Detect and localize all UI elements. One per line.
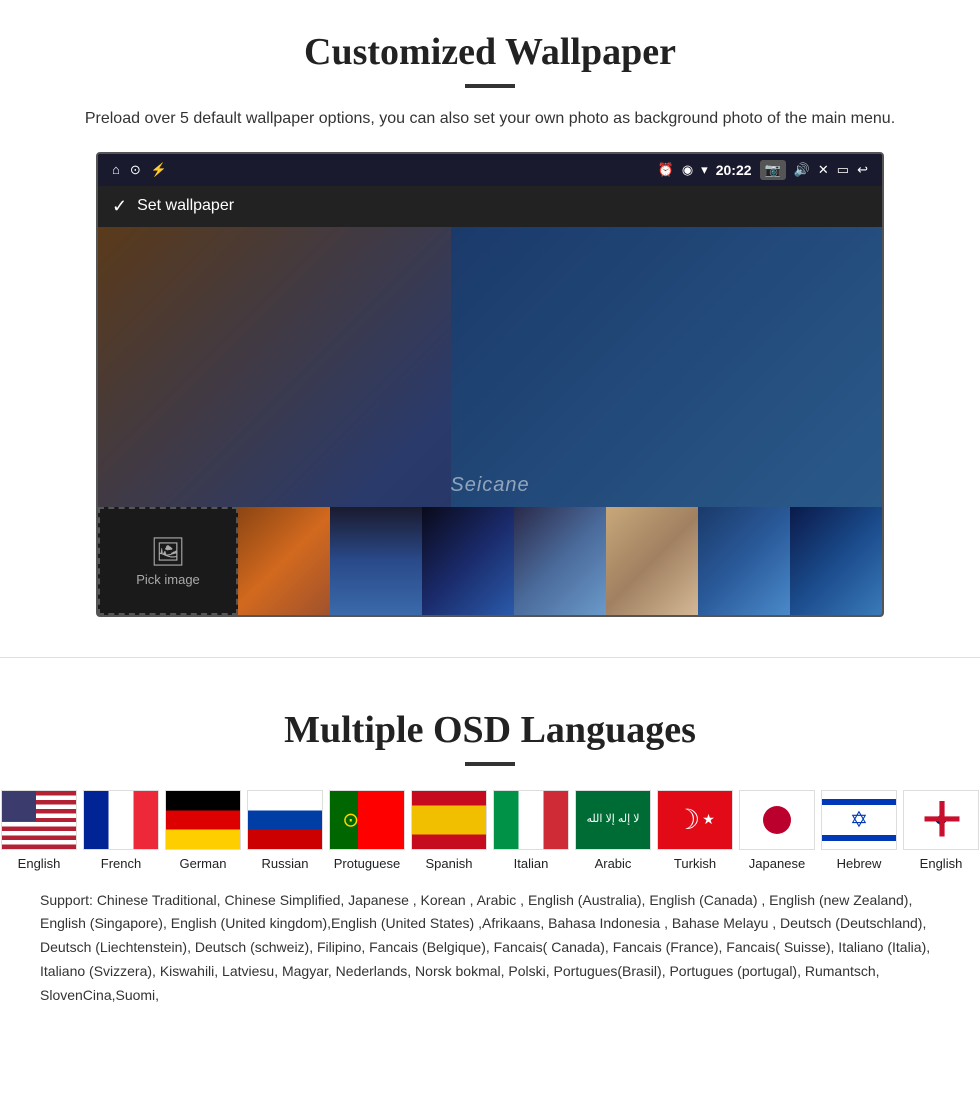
- flag-item-arabic: لا إله إلا الله Arabic: [575, 790, 651, 871]
- languages-title: Multiple OSD Languages: [20, 708, 960, 752]
- flag-turkey: ☽ ★: [657, 790, 733, 850]
- thumbnail-6[interactable]: [698, 507, 790, 615]
- flag-israel: ✡: [821, 790, 897, 850]
- android-statusbar: ⌂ ⊙ ⚡ ⏰ ◉ ▾ 20:22 📷 🔊 ✕ ▭ ↩: [98, 154, 882, 186]
- flag-label-russian: Russian: [262, 856, 309, 871]
- flag-label-portuguese: Protuguese: [334, 856, 401, 871]
- thumbnail-3[interactable]: [422, 507, 514, 615]
- thumbnail-7[interactable]: [790, 507, 882, 615]
- flag-uk: [903, 790, 979, 850]
- flag-france: [83, 790, 159, 850]
- flag-japan: [739, 790, 815, 850]
- pick-image-button[interactable]: 🖼 Pick image: [98, 507, 238, 615]
- android-screen-mockup: ⌂ ⊙ ⚡ ⏰ ◉ ▾ 20:22 📷 🔊 ✕ ▭ ↩ ✓ Set wallpa…: [96, 152, 884, 617]
- flag-germany: [165, 790, 241, 850]
- title-underline: [465, 84, 515, 88]
- pick-image-label: Pick image: [136, 572, 200, 587]
- flag-item-spanish: Spanish: [411, 790, 487, 871]
- wallpaper-description: Preload over 5 default wallpaper options…: [60, 106, 920, 132]
- alarm-icon: ⏰: [658, 162, 674, 178]
- flag-item-french: French: [83, 790, 159, 871]
- flag-italy: [493, 790, 569, 850]
- turkey-crescent: ☽: [675, 803, 700, 836]
- status-time: 20:22: [716, 162, 752, 178]
- israel-star-of-david: ✡: [850, 809, 868, 831]
- flag-item-hebrew: ✡ Hebrew: [821, 790, 897, 871]
- android-actionbar: ✓ Set wallpaper: [98, 186, 882, 227]
- languages-section: Multiple OSD Languages English French Ge…: [0, 678, 980, 1028]
- flag-label-german: German: [180, 856, 227, 871]
- statusbar-right: ⏰ ◉ ▾ 20:22 📷 🔊 ✕ ▭ ↩: [658, 160, 868, 180]
- flag-portugal: [329, 790, 405, 850]
- flag-label-arabic: Arabic: [595, 856, 632, 871]
- flag-label-english-uk: English: [920, 856, 963, 871]
- close-x-icon: ✕: [818, 162, 829, 178]
- turkey-star: ★: [702, 811, 715, 828]
- thumbnail-1[interactable]: [238, 507, 330, 615]
- section-divider: [0, 657, 980, 658]
- flag-label-french: French: [101, 856, 141, 871]
- support-text: Support: Chinese Traditional, Chinese Si…: [20, 879, 960, 1008]
- languages-title-underline: [465, 762, 515, 766]
- flag-arabic: لا إله إلا الله: [575, 790, 651, 850]
- wifi-icon: ▾: [701, 162, 708, 178]
- flag-spain: [411, 790, 487, 850]
- israel-stripe-bottom: [822, 835, 896, 841]
- check-icon: ✓: [112, 196, 127, 217]
- set-wallpaper-label: Set wallpaper: [137, 197, 234, 215]
- flag-label-japanese: Japanese: [749, 856, 805, 871]
- flag-label-hebrew: Hebrew: [837, 856, 882, 871]
- thumbnail-5[interactable]: [606, 507, 698, 615]
- thumbnail-strip: 🖼 Pick image: [98, 507, 882, 615]
- flag-label-turkish: Turkish: [674, 856, 716, 871]
- back-icon: ↩: [857, 162, 868, 178]
- seicane-watermark: Seicane: [450, 474, 529, 497]
- time-icon: ⊙: [130, 162, 141, 178]
- flags-row: English French German Russian Protuguese…: [20, 790, 960, 871]
- wallpaper-blue-overlay: [451, 227, 882, 507]
- flag-item-portuguese: Protuguese: [329, 790, 405, 871]
- flag-item-italian: Italian: [493, 790, 569, 871]
- wallpaper-main-area: Seicane: [98, 227, 882, 507]
- location-icon: ◉: [682, 162, 693, 178]
- usb-icon: ⚡: [151, 162, 167, 178]
- pick-image-icon: 🖼: [150, 535, 186, 568]
- wallpaper-section: Customized Wallpaper Preload over 5 defa…: [0, 0, 980, 637]
- flag-item-english-uk: English: [903, 790, 979, 871]
- thumbnail-4[interactable]: [514, 507, 606, 615]
- japan-circle: [763, 806, 791, 834]
- flag-label-spanish: Spanish: [426, 856, 473, 871]
- flag-item-turkish: ☽ ★ Turkish: [657, 790, 733, 871]
- flag-item-japanese: Japanese: [739, 790, 815, 871]
- camera-icon: 📷: [760, 160, 786, 180]
- arabic-text: لا إله إلا الله: [582, 808, 643, 831]
- window-icon: ▭: [837, 162, 849, 178]
- flag-usa: [1, 790, 77, 850]
- flag-label-english-us: English: [18, 856, 61, 871]
- israel-stripe-top: [822, 799, 896, 805]
- flag-item-german: German: [165, 790, 241, 871]
- volume-icon: 🔊: [794, 162, 810, 178]
- flag-russia: [247, 790, 323, 850]
- flag-item-russian: Russian: [247, 790, 323, 871]
- flag-label-italian: Italian: [514, 856, 549, 871]
- thumbnail-2[interactable]: [330, 507, 422, 615]
- flag-item-english-us: English: [1, 790, 77, 871]
- wallpaper-title: Customized Wallpaper: [40, 30, 940, 74]
- home-icon: ⌂: [112, 162, 120, 177]
- statusbar-left: ⌂ ⊙ ⚡: [112, 162, 167, 178]
